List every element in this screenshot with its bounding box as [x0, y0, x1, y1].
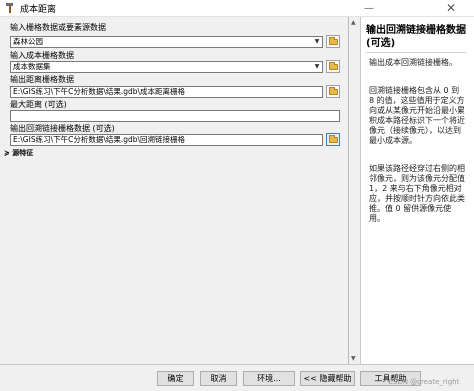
help-paragraph: 如果该路径经穿过右侧的相邻像元，则为该像元分配值 1，2 来与右下角像元相对应，…	[369, 164, 465, 223]
help-divider	[366, 52, 466, 53]
ok-button[interactable]: 确定	[157, 371, 194, 386]
minimize-button[interactable]: —	[354, 0, 384, 16]
chevron-down-icon[interactable]: ▼	[312, 37, 322, 47]
window-title: 成本距离	[20, 4, 57, 15]
output-distance-label: 输出距离栅格数据	[10, 75, 74, 84]
hammer-icon	[6, 3, 13, 13]
cost-raster-dropdown[interactable]: 成本数据集 ▼	[10, 61, 323, 73]
parameters-scrollbar[interactable]: ▲ ▼	[349, 17, 360, 364]
chevron-down-icon[interactable]: ▼	[312, 62, 322, 72]
browse-cost-raster-button[interactable]	[326, 60, 340, 73]
environments-button[interactable]: 环境...	[243, 371, 295, 386]
help-paragraph: 回溯链接栅格包含从 0 到 8 的值，这些值用于定义方向或从某像元开始沿最小累积…	[369, 86, 465, 145]
browse-output-distance-button[interactable]	[326, 85, 340, 98]
browse-output-backlink-button[interactable]	[326, 133, 340, 146]
input-raster-dropdown[interactable]: 森林公园 ▼	[10, 36, 323, 48]
source-characteristics-toggle[interactable]: ≽ 源特征	[4, 148, 33, 158]
help-paragraph: 输出成本回溯链接栅格。	[369, 58, 457, 67]
output-backlink-label: 输出回溯链接栅格数据 (可选)	[10, 124, 115, 133]
output-distance-field[interactable]: E:\GIS练习\下午C分析数据\结果.gdb\成本距离栅格	[10, 86, 323, 98]
folder-icon	[328, 36, 338, 45]
cost-raster-value: 成本数据集	[13, 62, 51, 71]
output-backlink-field[interactable]: E:\GIS练习\下午C分析数据\结果.gdb\回溯链接栅格	[10, 134, 323, 146]
scroll-down-icon[interactable]: ▼	[351, 355, 356, 362]
scroll-up-icon[interactable]: ▲	[351, 19, 356, 26]
folder-icon	[328, 86, 338, 95]
help-title: 输出回溯链接栅格数据 (可选)	[366, 25, 466, 49]
browse-input-raster-button[interactable]	[326, 35, 340, 48]
folder-icon	[328, 61, 338, 70]
max-distance-label: 最大距离 (可选)	[10, 100, 67, 109]
input-raster-value: 森林公园	[13, 37, 43, 46]
title-bar: 成本距离 — ✕	[0, 0, 474, 17]
cost-raster-label: 输入成本栅格数据	[10, 51, 74, 60]
close-button[interactable]: ✕	[436, 0, 466, 16]
folder-icon	[328, 134, 338, 143]
max-distance-field[interactable]	[10, 110, 340, 122]
input-raster-label: 输入栅格数据或要素源数据	[10, 23, 106, 32]
cancel-button[interactable]: 取消	[200, 371, 237, 386]
watermark: CSDN @create_right	[388, 378, 460, 386]
hide-help-button[interactable]: << 隐藏帮助	[300, 371, 355, 386]
